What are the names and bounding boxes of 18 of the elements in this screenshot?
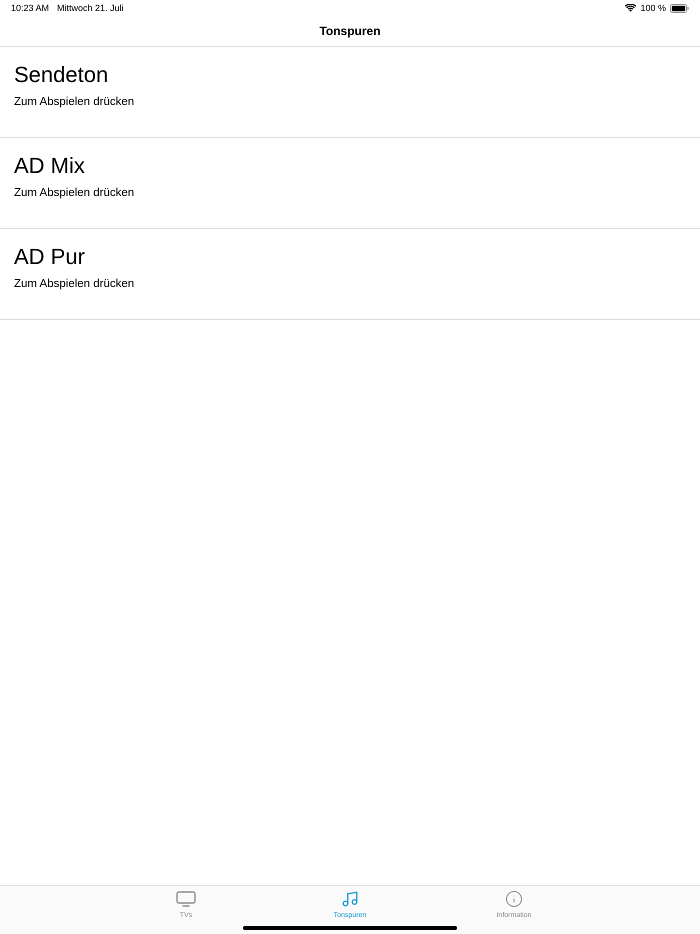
info-icon	[505, 890, 523, 908]
track-row[interactable]: AD Mix Zum Abspielen drücken	[0, 138, 700, 229]
track-title: Sendeton	[14, 61, 108, 89]
battery-percent: 100 %	[640, 2, 666, 14]
status-time: 10:23 AM	[11, 2, 50, 14]
track-subtitle: Zum Abspielen drücken	[14, 186, 134, 200]
track-row[interactable]: AD Pur Zum Abspielen drücken	[0, 229, 700, 320]
track-title: AD Pur	[14, 243, 85, 271]
wifi-icon	[625, 4, 636, 12]
music-notes-icon	[341, 890, 359, 908]
track-title: AD Mix	[14, 152, 85, 180]
nav-title: Tonspuren	[319, 23, 381, 39]
track-row[interactable]: Sendeton Zum Abspielen drücken	[0, 47, 700, 138]
battery-icon	[670, 4, 689, 12]
track-subtitle: Zum Abspielen drücken	[14, 277, 134, 291]
tv-icon	[176, 890, 196, 908]
track-subtitle: Zum Abspielen drücken	[14, 95, 134, 109]
status-date: Mittwoch 21. Juli	[57, 2, 124, 14]
